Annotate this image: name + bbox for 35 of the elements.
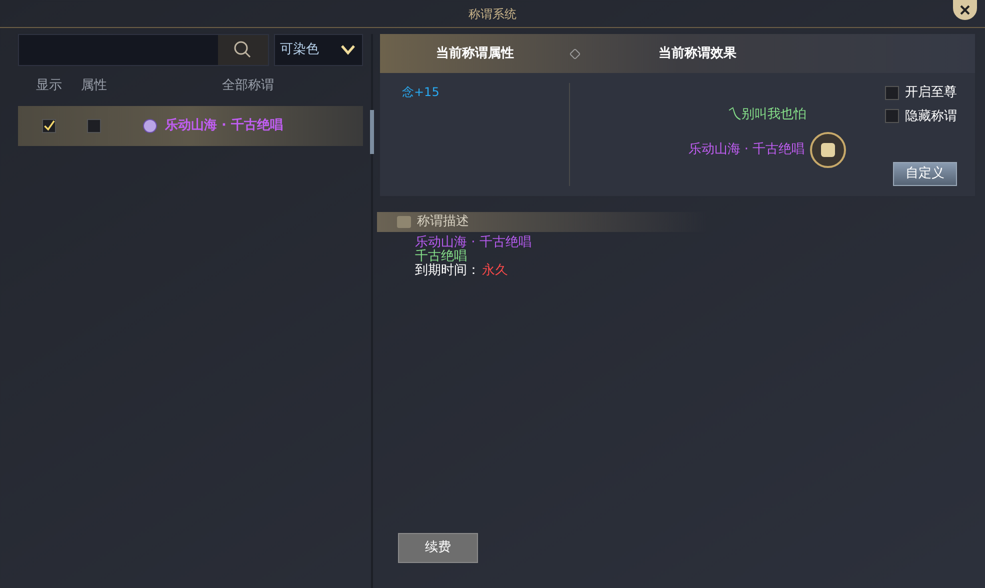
badge-icon [143,119,157,133]
search-field[interactable] [18,34,269,66]
checkbox[interactable] [87,119,101,133]
renew-button[interactable]: 续费 [398,533,478,563]
expiry-value: 永久 [482,264,508,278]
filter-dropdown[interactable]: 可染色 [274,34,363,66]
scrollbar-thumb[interactable] [370,110,374,154]
column-header: 显示 [35,77,63,96]
checkbox[interactable] [42,119,56,133]
nickname: 乀别叫我也怕 [728,106,806,124]
title-name: 乐动山海 · 千古绝唱 [165,116,283,136]
attribute-bonus: 念+15 [402,84,440,101]
expiry-label: 到期时间： [415,264,480,278]
title-preview: 乐动山海 · 千古绝唱 [688,140,805,159]
section-tab[interactable]: 当前称谓属性 [380,44,570,64]
section-heading: 称谓描述 [417,213,469,232]
title-subtitle: 千古绝唱 [415,250,468,264]
diamond-icon [570,48,580,58]
search-icon [233,40,253,60]
emblem-icon [808,130,847,168]
caret-icon [339,43,357,57]
checkbox[interactable] [885,86,899,100]
column-header: 属性 [80,77,108,96]
close-icon [959,4,971,16]
customize-button[interactable]: 自定义 [893,162,957,186]
option-label: 隐藏称谓 [905,108,957,126]
option-label: 开启至尊 [905,84,957,102]
checkbox[interactable] [885,109,899,124]
column-header: 全部称谓 [221,77,275,96]
title-name: 乐动山海 · 千古绝唱 [415,236,532,250]
window-title: 称谓系统 [468,6,516,22]
scroll-icon [395,214,413,230]
close-button[interactable] [953,0,977,20]
search-button[interactable] [218,35,268,65]
section-tab[interactable]: 当前称谓效果 [580,44,975,64]
